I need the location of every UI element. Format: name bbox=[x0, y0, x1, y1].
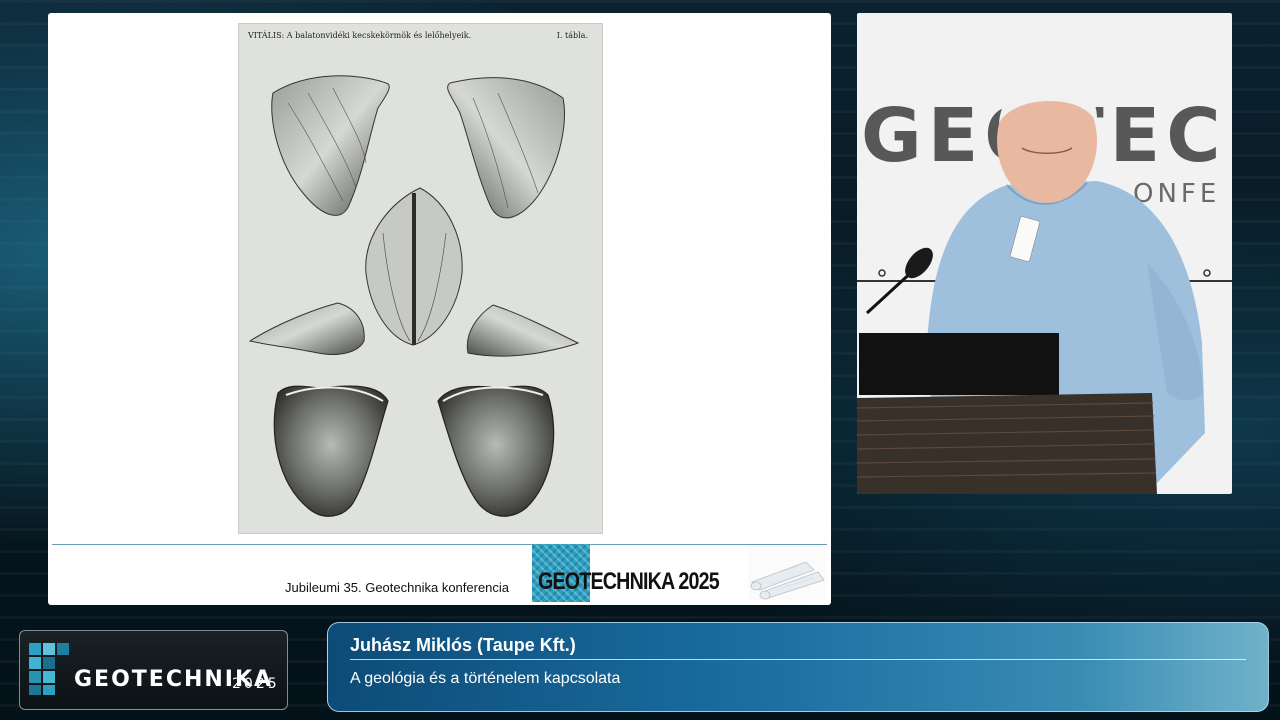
presentation-slide: VITÁLIS: A balatonvidéki kecskekörmök és… bbox=[48, 13, 831, 605]
brand-year: 2025 bbox=[232, 676, 280, 692]
conference-logo-text: GEOTECHNIKA 2025 bbox=[538, 568, 720, 595]
slide-divider bbox=[52, 544, 827, 545]
fossil-shells-drawing bbox=[248, 75, 580, 517]
geotechnika-logo-icon bbox=[29, 643, 69, 695]
talk-title: A geológia és a történelem kapcsolata bbox=[350, 670, 621, 687]
speaker-name: Juhász Miklós (Taupe Kft.) bbox=[350, 635, 576, 655]
shell-e bbox=[365, 187, 463, 346]
shell-c bbox=[437, 385, 555, 517]
shell-g bbox=[466, 304, 580, 357]
lower-third-divider bbox=[350, 659, 1246, 660]
slide-footer-text: Jubileumi 35. Geotechnika konferencia bbox=[285, 580, 510, 595]
speaker-video: GEOTECHNI ONFE bbox=[857, 13, 1232, 494]
shell-d bbox=[273, 385, 389, 517]
fossil-plate-illustration: VITÁLIS: A balatonvidéki kecskekörmök és… bbox=[238, 23, 603, 534]
shell-b bbox=[271, 75, 390, 216]
shell-a bbox=[447, 77, 565, 219]
conference-brand-box: GEOTECHNIKA 2025 bbox=[19, 630, 288, 710]
conference-logo: GEOTECHNIKA 2025 bbox=[532, 544, 720, 602]
speaker-lower-third: Juhász Miklós (Taupe Kft.) A geológia és… bbox=[327, 622, 1269, 712]
blueprint-scrolls-image bbox=[748, 546, 826, 600]
speaker-at-podium bbox=[857, 74, 1232, 494]
shell-f bbox=[248, 302, 365, 355]
